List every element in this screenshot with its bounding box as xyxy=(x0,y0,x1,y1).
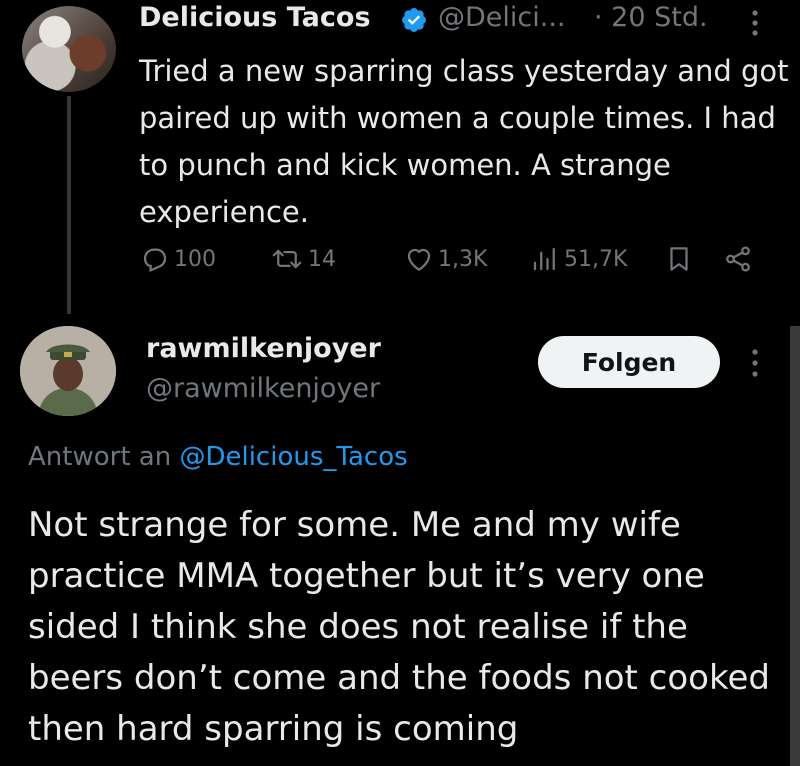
replying-to: Antwort an @Delicious_Tacos xyxy=(28,442,408,472)
author-name[interactable]: Delicious Tacos xyxy=(139,2,371,33)
thread-connector-line xyxy=(67,96,71,314)
verified-badge-icon xyxy=(402,8,426,32)
reply-button[interactable]: 100 xyxy=(140,242,216,276)
bookmark-icon xyxy=(670,247,688,271)
views-button[interactable]: 51,7K xyxy=(530,242,627,276)
share-button[interactable] xyxy=(722,242,754,276)
tweet-timestamp[interactable]: · 20 Std. xyxy=(594,2,708,33)
timestamp-value: 20 Std. xyxy=(611,2,708,33)
share-icon xyxy=(726,246,750,272)
retweet-icon xyxy=(272,249,302,269)
replying-to-label: Antwort an xyxy=(28,442,172,472)
replying-to-mention[interactable]: @Delicious_Tacos xyxy=(179,442,407,472)
heart-icon xyxy=(407,248,431,271)
analytics-icon xyxy=(533,247,555,271)
follow-button[interactable]: Folgen xyxy=(538,336,720,388)
reply-count: 100 xyxy=(174,246,216,272)
retweet-button[interactable]: 14 xyxy=(270,242,336,276)
like-button[interactable]: 1,3K xyxy=(404,242,487,276)
reply-author-avatar[interactable] xyxy=(20,326,116,416)
tweet-text: Tried a new sparring class yesterday and… xyxy=(139,54,789,229)
reply-text: Not strange for some. Me and my wife pra… xyxy=(28,505,770,749)
more-options-icon[interactable] xyxy=(744,347,766,379)
reply-icon xyxy=(143,248,167,272)
views-count: 51,7K xyxy=(564,246,628,272)
bookmark-button[interactable] xyxy=(664,242,694,276)
timestamp-separator: · xyxy=(594,2,612,33)
author-avatar[interactable] xyxy=(22,6,116,92)
author-handle[interactable]: @Delici... xyxy=(438,2,566,33)
like-count: 1,3K xyxy=(438,246,488,272)
reply-author-handle[interactable]: @rawmilkenjoyer xyxy=(146,373,380,404)
reply-author-name[interactable]: rawmilkenjoyer xyxy=(146,333,381,364)
profile-photo xyxy=(20,326,116,416)
retweet-count: 14 xyxy=(308,246,336,272)
scrollbar[interactable] xyxy=(790,326,800,766)
more-options-icon[interactable] xyxy=(744,8,766,38)
